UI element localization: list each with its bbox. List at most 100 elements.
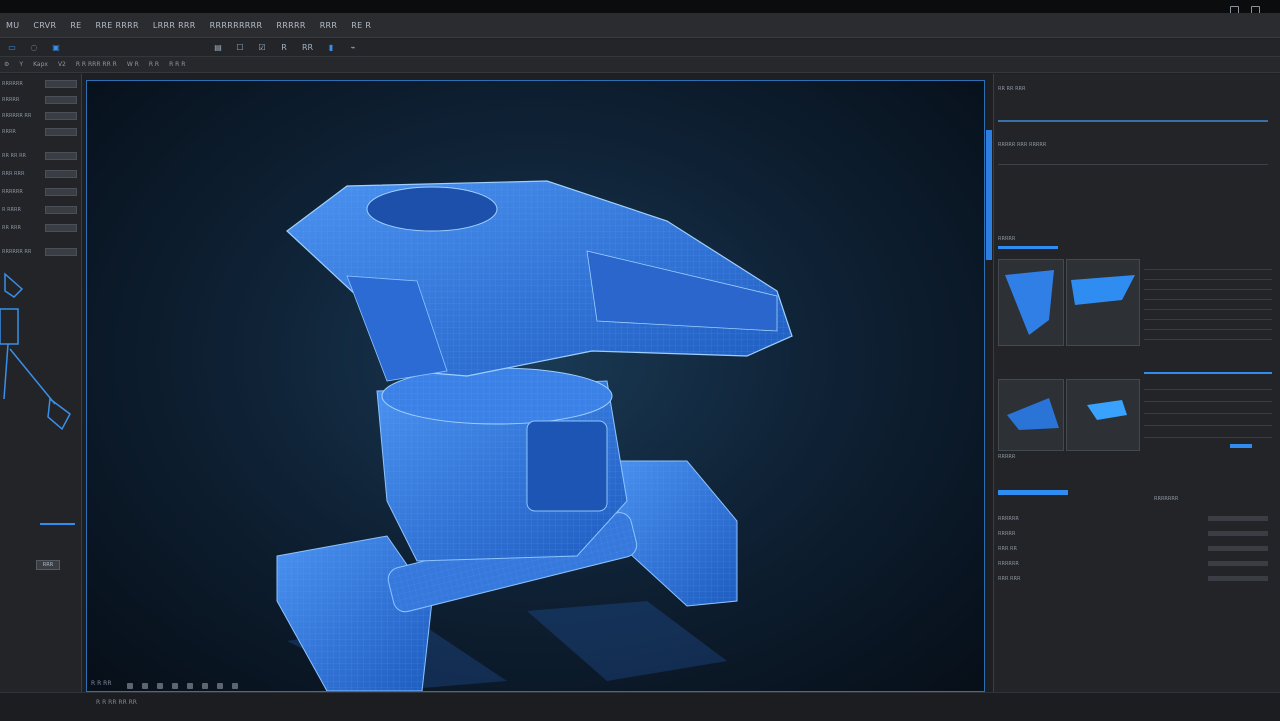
box-tool-button[interactable]: ☐ (236, 42, 244, 54)
panel-row[interactable]: R RRRR (2, 206, 77, 214)
panel-row[interactable]: RRRRRR (2, 80, 77, 88)
table-row[interactable] (1144, 274, 1272, 280)
menu-item[interactable]: RRRRR (276, 21, 305, 30)
row-field[interactable] (45, 112, 77, 120)
render-settings-button[interactable]: RR (302, 42, 313, 54)
table-row[interactable] (1144, 384, 1272, 390)
row-field[interactable] (45, 96, 77, 104)
row-field[interactable] (45, 248, 77, 256)
row-field[interactable] (45, 128, 77, 136)
gear-icon[interactable]: ⚙ (4, 61, 9, 68)
apply-button[interactable]: RRR (36, 560, 60, 570)
main-toolbar: ▭ ◌ ▣ ▤ ☐ ☑ R RR ▮ ⌁ (0, 39, 1280, 57)
curve-tool-button[interactable]: ⌁ (349, 42, 357, 54)
viewport-tool-icon[interactable] (172, 683, 178, 689)
table-row[interactable] (1144, 396, 1272, 402)
property-row[interactable]: RRR RR (998, 544, 1268, 553)
value-indicator (1230, 444, 1252, 448)
layer-tool-button[interactable]: ▤ (214, 42, 222, 54)
menu-item[interactable]: RRRRRRRRR (210, 21, 263, 30)
panel-scrollbar[interactable] (986, 130, 992, 260)
viewport-tool-icon[interactable] (157, 683, 163, 689)
row-field[interactable] (45, 170, 77, 178)
table-row[interactable] (1144, 314, 1272, 320)
viewport-tool-icon[interactable] (142, 683, 148, 689)
select-tool-button[interactable]: ▭ (8, 42, 16, 54)
table-row[interactable] (1144, 294, 1272, 300)
property-row[interactable]: RRRRRR (998, 514, 1268, 523)
toolbar-item[interactable]: V2 (58, 61, 66, 68)
table-row[interactable] (1144, 304, 1272, 310)
row-field[interactable] (45, 80, 77, 88)
property-value[interactable] (1208, 531, 1268, 536)
row-field[interactable] (45, 188, 77, 196)
menu-item[interactable]: RE R (351, 21, 371, 30)
toolbar-item[interactable]: R R R (169, 61, 185, 68)
viewport-tool-icon[interactable] (187, 683, 193, 689)
property-row[interactable]: RRR RRR (998, 574, 1268, 583)
divider (998, 164, 1268, 165)
check-tool-button[interactable]: ☑ (258, 42, 266, 54)
panel-row[interactable]: RRRR (2, 128, 77, 136)
section-header: RRRRR (998, 454, 1016, 460)
row-label: RRRR (2, 129, 16, 135)
turret-column (376, 367, 628, 562)
panel-row[interactable]: RRRRRR RR (2, 248, 77, 256)
property-row[interactable]: RRRRR (998, 529, 1268, 538)
menu-item[interactable]: LRRR RRR (153, 21, 196, 30)
lasso-tool-button[interactable]: ◌ (30, 42, 38, 54)
panel-row[interactable]: RR RR RR (2, 152, 77, 160)
material-thumbnail[interactable] (1066, 379, 1140, 451)
menu-item[interactable]: RRE RRRR (96, 21, 139, 30)
panel-row[interactable]: RRRRRR RR (2, 112, 77, 120)
property-value[interactable] (1208, 561, 1268, 566)
row-label: RR RRR (2, 225, 21, 231)
table-row[interactable] (1144, 420, 1272, 426)
table-row[interactable] (1144, 334, 1272, 340)
toolbar-item[interactable]: Y (19, 61, 23, 68)
menu-bar: MU CRVR RE RRE RRRR LRRR RRR RRRRRRRRR R… (0, 13, 1280, 38)
row-field[interactable] (45, 224, 77, 232)
row-field[interactable] (45, 152, 77, 160)
property-row[interactable]: RRRRRR (998, 559, 1268, 568)
row-field[interactable] (45, 206, 77, 214)
table-row[interactable] (1144, 408, 1272, 414)
panel-row[interactable]: RRRRR (2, 96, 77, 104)
table-row[interactable] (1144, 264, 1272, 270)
panel-row[interactable]: RR RRR (2, 224, 77, 232)
menu-item[interactable]: RE (70, 21, 81, 30)
viewport-toolbar (127, 683, 238, 689)
section-bar (1144, 372, 1272, 374)
table-row[interactable] (1144, 324, 1272, 330)
material-thumbnail[interactable] (998, 379, 1064, 451)
toolbar-item[interactable]: W R (127, 61, 139, 68)
viewport-tool-icon[interactable] (232, 683, 238, 689)
menu-item[interactable]: RRR (320, 21, 338, 30)
model-thumbnail (0, 272, 75, 525)
render-button[interactable]: R (280, 42, 288, 54)
property-value[interactable] (1208, 516, 1268, 521)
menu-item[interactable]: MU (6, 21, 19, 30)
toolbar-item[interactable]: R R RRR RR R (76, 61, 117, 68)
viewport-tool-icon[interactable] (202, 683, 208, 689)
material-thumbnail[interactable] (998, 259, 1064, 346)
viewport-tool-icon[interactable] (217, 683, 223, 689)
material-button[interactable]: ▮ (327, 42, 335, 54)
toolbar-item[interactable]: Kapx (33, 61, 48, 68)
viewport-tool-icon[interactable] (127, 683, 133, 689)
status-bar: R R RR RR RR (0, 692, 1280, 721)
table-row[interactable] (1144, 432, 1272, 438)
menu-item[interactable]: CRVR (33, 21, 56, 30)
table-row[interactable] (1144, 284, 1272, 290)
panel-row[interactable]: RRR RRR (2, 170, 77, 178)
property-value[interactable] (1208, 576, 1268, 581)
material-thumbnail[interactable] (1066, 259, 1140, 346)
panel-row[interactable]: RRRRRR (2, 188, 77, 196)
property-label: RRRRR (998, 530, 1016, 537)
property-value[interactable] (1208, 546, 1268, 551)
row-label: R RRRR (2, 207, 21, 213)
3d-viewport[interactable]: R R RR (86, 80, 985, 692)
toolbar-item[interactable]: R R (149, 61, 159, 68)
frame-tool-button[interactable]: ▣ (52, 42, 60, 54)
secondary-toolbar: ⚙ Y Kapx V2 R R RRR RR R W R R R R R R (0, 57, 1280, 73)
